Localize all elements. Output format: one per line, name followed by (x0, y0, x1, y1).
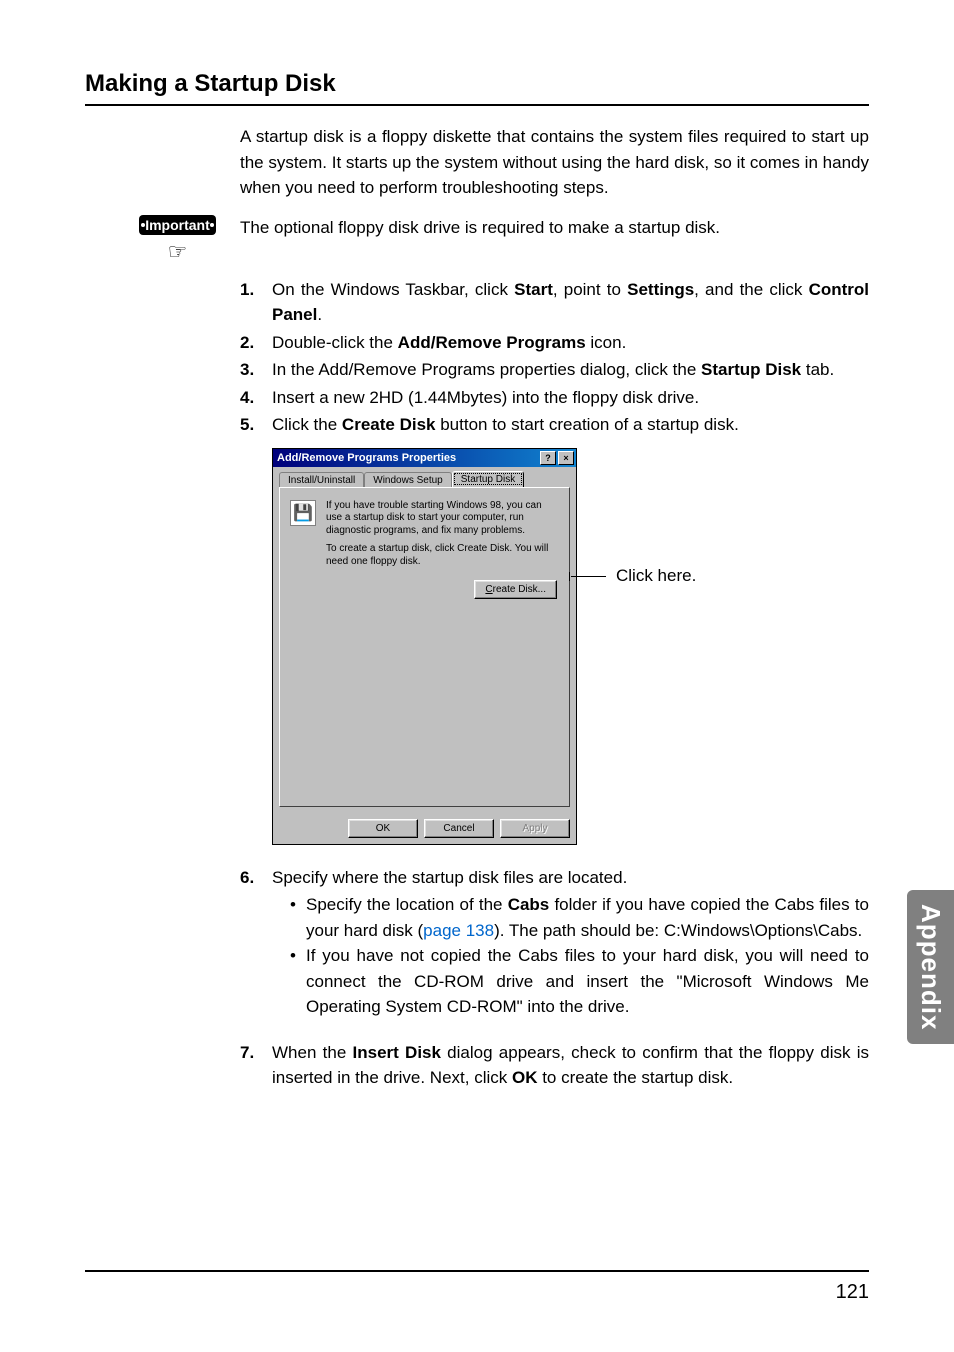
important-text: The optional floppy disk drive is requir… (240, 215, 869, 241)
bold-text: OK (512, 1068, 538, 1087)
close-button[interactable]: × (558, 451, 574, 465)
step-number: 5. (240, 412, 272, 438)
tab-windows-setup[interactable]: Windows Setup (364, 472, 451, 488)
tab-install-uninstall[interactable]: Install/Uninstall (279, 472, 364, 488)
step-4: 4. Insert a new 2HD (1.44Mbytes) into th… (240, 385, 869, 411)
steps-list: 1. On the Windows Taskbar, click Start, … (240, 277, 869, 438)
section-tab-appendix: Appendix (907, 890, 954, 1044)
dialog-figure: Add/Remove Programs Properties ? × Insta… (272, 448, 869, 845)
text: Click the (272, 415, 342, 434)
step-body: When the Insert Disk dialog appears, che… (272, 1040, 869, 1091)
text: , and the click (694, 280, 808, 299)
page-link[interactable]: page 138 (423, 921, 494, 940)
step-body: On the Windows Taskbar, click Start, poi… (272, 277, 869, 328)
step-2: 2. Double-click the Add/Remove Programs … (240, 330, 869, 356)
cancel-button[interactable]: Cancel (424, 819, 494, 838)
step-number: 1. (240, 277, 272, 328)
step-number: 2. (240, 330, 272, 356)
bold-text: Create Disk (342, 415, 436, 434)
step-number: 4. (240, 385, 272, 411)
bullet-icon: • (290, 892, 306, 943)
page-heading: Making a Startup Disk (85, 70, 869, 106)
step-number: 6. (240, 865, 272, 891)
add-remove-programs-dialog: Add/Remove Programs Properties ? × Insta… (272, 448, 577, 845)
dialog-titlebar: Add/Remove Programs Properties ? × (273, 449, 576, 467)
step-body: Double-click the Add/Remove Programs ico… (272, 330, 869, 356)
important-badge: Important (139, 215, 216, 235)
apply-button[interactable]: Apply (500, 819, 570, 838)
bold-text: Add/Remove Programs (398, 333, 586, 352)
tab-panel: 💾 If you have trouble starting Windows 9… (279, 487, 570, 807)
step-body: Specify where the startup disk files are… (272, 865, 869, 891)
step-3: 3. In the Add/Remove Programs properties… (240, 357, 869, 383)
text: Double-click the (272, 333, 398, 352)
step-1: 1. On the Windows Taskbar, click Start, … (240, 277, 869, 328)
panel-text: If you have trouble starting Windows 98,… (326, 500, 559, 575)
steps-list-cont: 6. Specify where the startup disk files … (240, 865, 869, 891)
text: When the (272, 1043, 353, 1062)
bold-text: Insert Disk (353, 1043, 441, 1062)
text: button to start creation of a startup di… (435, 415, 738, 434)
text: ). The path should be: C:Windows\Options… (494, 921, 862, 940)
text: reate Disk... (493, 584, 546, 595)
step-6: 6. Specify where the startup disk files … (240, 865, 869, 891)
callout-leader-line (571, 576, 606, 577)
step-number: 3. (240, 357, 272, 383)
intro-paragraph: A startup disk is a floppy diskette that… (240, 124, 869, 201)
ok-button[interactable]: OK (348, 819, 418, 838)
tab-startup-disk[interactable]: Startup Disk (452, 471, 524, 487)
page-number: 121 (836, 1281, 869, 1304)
important-callout: Important ☞ (85, 215, 240, 265)
step-6-bullets: • Specify the location of the Cabs folde… (290, 892, 869, 1020)
panel-para-1: If you have trouble starting Windows 98,… (326, 500, 559, 538)
dialog-title: Add/Remove Programs Properties (277, 452, 538, 464)
mnemonic: C (485, 584, 492, 595)
help-button[interactable]: ? (540, 451, 556, 465)
dialog-button-row: OK Cancel Apply (273, 813, 576, 844)
text: to create the startup disk. (537, 1068, 733, 1087)
step-body: In the Add/Remove Programs properties di… (272, 357, 869, 383)
text: tab. (801, 360, 834, 379)
step-number: 7. (240, 1040, 272, 1091)
text: In the Add/Remove Programs properties di… (272, 360, 701, 379)
bold-text: Startup Disk (701, 360, 801, 379)
steps-list-cont2: 7. When the Insert Disk dialog appears, … (240, 1040, 869, 1091)
bold-text: Start (514, 280, 553, 299)
text: . (317, 305, 322, 324)
text: , point to (553, 280, 627, 299)
callout-text: Click here. (616, 566, 696, 586)
create-disk-button[interactable]: Create Disk... (474, 580, 557, 599)
bullet-icon: • (290, 943, 306, 1020)
step-body: Insert a new 2HD (1.44Mbytes) into the f… (272, 385, 869, 411)
step-body: Click the Create Disk button to start cr… (272, 412, 869, 438)
step-5: 5. Click the Create Disk button to start… (240, 412, 869, 438)
text: On the Windows Taskbar, click (272, 280, 514, 299)
floppy-icon: 💾 (290, 500, 316, 526)
bullet-body: If you have not copied the Cabs files to… (306, 943, 869, 1020)
bullet-body: Specify the location of the Cabs folder … (306, 892, 869, 943)
step-7: 7. When the Insert Disk dialog appears, … (240, 1040, 869, 1091)
text: icon. (586, 333, 627, 352)
bold-text: Settings (627, 280, 694, 299)
footer-rule (85, 1270, 869, 1272)
bullet-1: • Specify the location of the Cabs folde… (290, 892, 869, 943)
bullet-2: • If you have not copied the Cabs files … (290, 943, 869, 1020)
text: Specify the location of the (306, 895, 508, 914)
hand-icon: ☞ (168, 239, 188, 265)
panel-para-2: To create a startup disk, click Create D… (326, 543, 559, 568)
tabs-row: Install/Uninstall Windows Setup Startup … (273, 467, 576, 487)
bold-text: Cabs (508, 895, 550, 914)
